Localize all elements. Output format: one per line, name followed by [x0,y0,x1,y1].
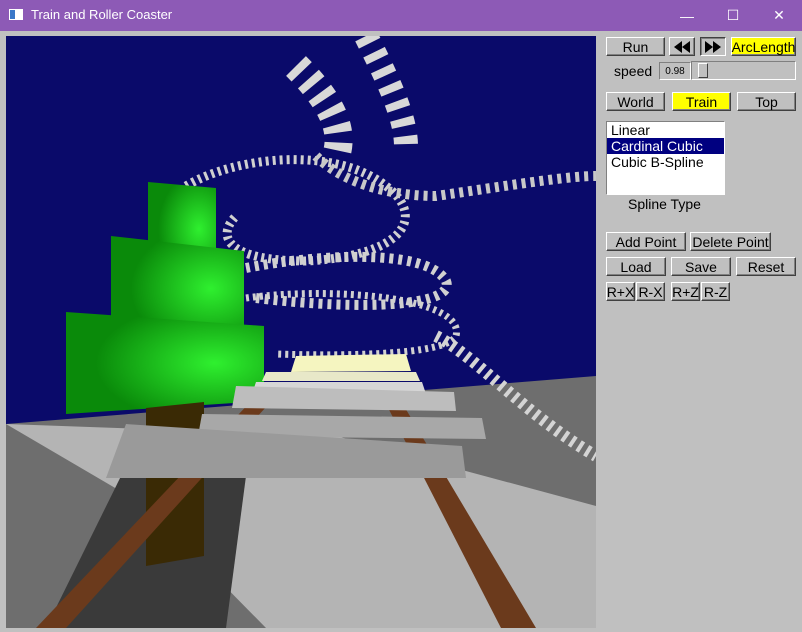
track-loop-lower [245,290,460,359]
window-title: Train and Roller Coaster [31,7,173,22]
speed-value: 0.98 [659,62,691,80]
track-top-2 [355,36,418,147]
minimize-icon: — [680,7,694,24]
tie-1 [262,372,420,381]
spline-option-linear[interactable]: Linear [607,122,724,138]
spline-type-list[interactable]: Linear Cardinal Cubic Cubic B-Spline [606,121,725,195]
close-button[interactable]: ✕ [756,0,802,31]
maximize-icon: ☐ [726,7,740,23]
rewind-button[interactable] [669,37,695,56]
close-icon: ✕ [773,7,785,23]
arclength-toggle[interactable]: ArcLength [731,37,796,56]
rotate-minus-x-button[interactable]: R-X [636,282,665,301]
spline-option-cubic-bspline[interactable]: Cubic B-Spline [607,154,724,170]
add-point-button[interactable]: Add Point [606,232,686,251]
save-button[interactable]: Save [671,257,731,276]
fast-forward-icon [705,40,721,53]
rotate-minus-z-button[interactable]: R-Z [701,282,730,301]
fast-forward-button[interactable] [700,37,726,56]
load-button[interactable]: Load [606,257,666,276]
spline-option-cardinal-cubic[interactable]: Cardinal Cubic [607,138,724,154]
track-far [312,152,596,202]
app-icon [9,9,23,20]
rotate-plus-x-button[interactable]: R+X [606,282,635,301]
tie-highlight [291,354,411,372]
track-loop-upper [183,155,410,266]
title-bar: Train and Roller Coaster — ☐ ✕ [0,0,802,31]
scene-render [6,36,596,628]
track-top [286,56,353,161]
reset-button[interactable]: Reset [736,257,796,276]
minimize-button[interactable]: — [664,0,710,31]
rotate-plus-z-button[interactable]: R+Z [671,282,700,301]
3d-viewport[interactable] [6,36,596,628]
run-button[interactable]: Run [606,37,665,56]
speed-slider[interactable] [691,61,796,80]
spline-type-label: Spline Type [628,196,701,212]
view-top-button[interactable]: Top [737,92,796,111]
rewind-icon [674,40,690,53]
view-world-button[interactable]: World [606,92,665,111]
view-train-button[interactable]: Train [672,92,731,111]
speed-slider-thumb[interactable] [698,63,708,78]
speed-label: speed [614,63,653,79]
delete-point-button[interactable]: Delete Point [690,232,771,251]
maximize-button[interactable]: ☐ [710,0,756,31]
